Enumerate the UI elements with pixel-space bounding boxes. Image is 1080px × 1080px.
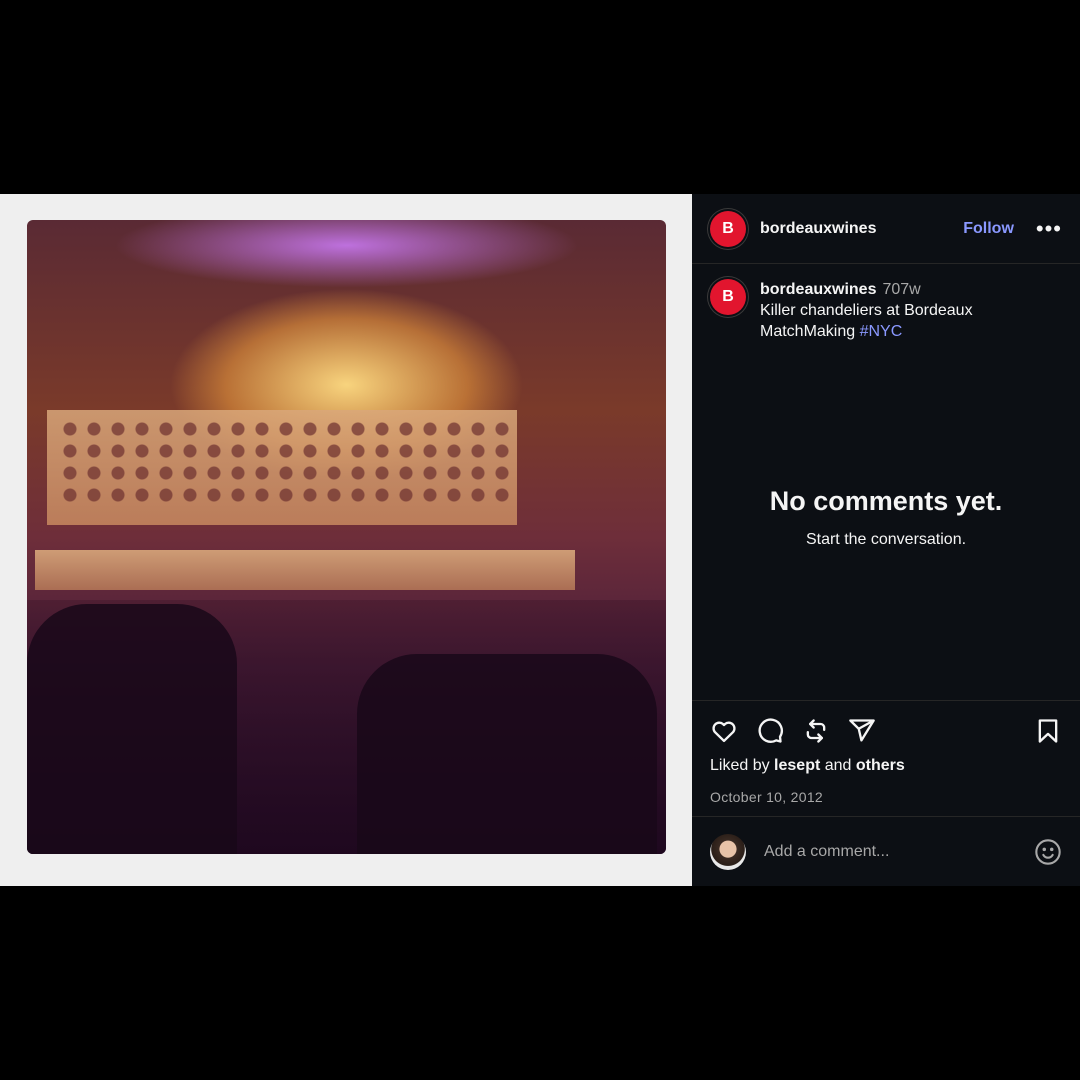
share-icon[interactable] xyxy=(848,717,876,745)
photo-crowd-right xyxy=(357,654,657,854)
post-actions-section: Liked by lesept and others October 10, 2… xyxy=(692,700,1080,805)
comments-empty-state: No comments yet. Start the conversation. xyxy=(692,486,1080,549)
post-media-frame xyxy=(0,194,692,886)
caption-body: bordeauxwines 707w Killer chandeliers at … xyxy=(760,279,1062,342)
likes-summary: Liked by lesept and others xyxy=(692,747,1080,775)
likes-middle: and xyxy=(820,757,856,774)
action-bar xyxy=(692,701,1080,747)
caption-hashtag[interactable]: #NYC xyxy=(860,323,903,340)
post-caption: B bordeauxwines 707w Killer chandeliers a… xyxy=(692,264,1080,342)
post-header: B bordeauxwines Follow ••• xyxy=(692,194,1080,264)
post-photo[interactable] xyxy=(27,220,666,854)
repost-icon[interactable] xyxy=(802,717,830,745)
post-dialog: B bordeauxwines Follow ••• B bordeauxwin… xyxy=(0,194,1080,886)
caption-time[interactable]: 707w xyxy=(882,281,920,298)
photo-wall-pattern xyxy=(61,420,511,510)
current-user-avatar[interactable] xyxy=(710,833,746,870)
comment-icon[interactable] xyxy=(756,717,784,745)
comment-input[interactable] xyxy=(762,841,1034,862)
post-date[interactable]: October 10, 2012 xyxy=(692,775,1080,805)
photo-bar-counter xyxy=(35,550,575,590)
post-side-panel: B bordeauxwines Follow ••• B bordeauxwin… xyxy=(692,194,1080,886)
comment-composer xyxy=(692,816,1080,886)
likes-user-link[interactable]: lesept xyxy=(774,757,820,774)
bookmark-icon[interactable] xyxy=(1034,717,1062,745)
avatar-letter: B xyxy=(722,219,734,237)
photo-crowd-left xyxy=(27,604,237,854)
follow-button[interactable]: Follow xyxy=(963,220,1014,238)
likes-others-link[interactable]: others xyxy=(856,757,905,774)
heart-icon[interactable] xyxy=(710,717,738,745)
empty-state-subtitle: Start the conversation. xyxy=(805,531,967,548)
likes-prefix: Liked by xyxy=(710,757,775,774)
avatar-letter: B xyxy=(722,288,734,305)
more-options-icon[interactable]: ••• xyxy=(1036,217,1062,240)
author-username[interactable]: bordeauxwines xyxy=(760,220,876,238)
author-avatar[interactable]: B xyxy=(710,210,746,247)
caption-avatar[interactable]: B xyxy=(710,279,746,315)
empty-state-title: No comments yet. xyxy=(769,486,1003,516)
caption-username[interactable]: bordeauxwines xyxy=(760,281,876,298)
emoji-icon[interactable] xyxy=(1034,838,1062,866)
